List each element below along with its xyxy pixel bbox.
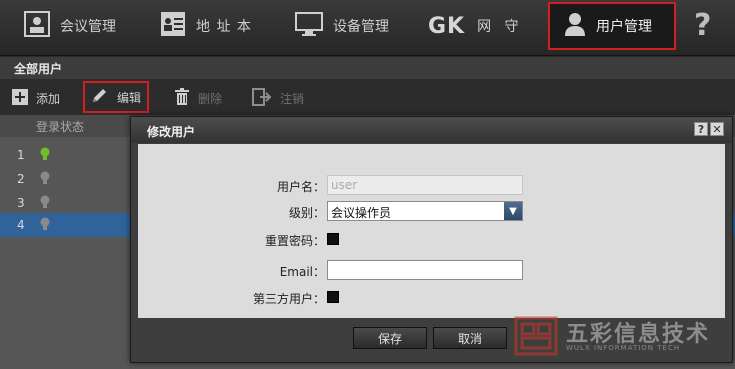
row-number: 2 [17, 172, 25, 186]
chevron-down-icon[interactable]: ▼ [504, 202, 522, 220]
trash-icon [174, 87, 190, 109]
nav-meeting-label: 会议管理 [60, 19, 116, 35]
nav-user-label: 用户管理 [596, 19, 652, 35]
nav-device-management[interactable]: 设备管理 [295, 0, 389, 52]
offline-bulb-icon [40, 217, 50, 234]
nav-address-label: 地 址 本 [196, 19, 252, 35]
reset-password-checkbox[interactable] [327, 233, 339, 245]
offline-bulb-icon [40, 195, 50, 212]
watermark-logo: 五彩信息技术 WULX INFORMATION TECH [514, 316, 730, 356]
app-root: 会议管理 地 址 本 设备管理 GK 网 守 用户管理 ? 全部用户 添加 编辑… [0, 0, 735, 369]
third-party-user-checkbox[interactable] [327, 291, 339, 303]
dialog-title-bar[interactable]: 修改用户 ? ✕ [131, 117, 732, 143]
watermark-subtext: WULX INFORMATION TECH [566, 344, 681, 352]
top-navigation: 会议管理 地 址 本 设备管理 GK 网 守 用户管理 ? [0, 0, 735, 56]
third-party-user-label: 第三方用户： [252, 292, 325, 306]
pencil-icon [91, 88, 109, 107]
row-number: 3 [17, 196, 25, 210]
row-number: 1 [17, 148, 25, 162]
nav-gatekeeper-label: 网 守 [477, 19, 519, 35]
logout-button[interactable]: 注销 [252, 83, 304, 113]
add-label: 添加 [36, 91, 61, 106]
email-field[interactable] [327, 260, 523, 280]
nav-address-book[interactable]: 地 址 本 [160, 0, 252, 52]
logout-icon [252, 87, 272, 109]
plus-icon [12, 88, 28, 108]
save-button[interactable]: 保存 [353, 327, 427, 349]
level-selected-value: 会议操作员 [331, 206, 392, 220]
edit-button[interactable]: 编辑 [83, 81, 149, 113]
email-label: Email： [279, 265, 325, 279]
gk-logo-text: GK [428, 13, 466, 39]
cancel-button[interactable]: 取消 [433, 327, 507, 349]
column-login-status[interactable]: 登录状态 [36, 120, 84, 134]
meeting-icon [24, 11, 50, 41]
nav-user-management[interactable]: 用户管理 [548, 2, 676, 50]
edit-label: 编辑 [117, 90, 142, 105]
nav-gatekeeper[interactable]: GK 网 守 [428, 0, 518, 52]
dialog-help-icon[interactable]: ? [694, 122, 708, 136]
dialog-close-icon[interactable]: ✕ [710, 122, 724, 136]
dialog-title: 修改用户 [147, 125, 196, 139]
level-label: 级别： [288, 206, 325, 220]
add-button[interactable]: 添加 [12, 83, 60, 113]
nav-device-label: 设备管理 [333, 19, 389, 35]
level-select[interactable]: 会议操作员 ▼ [327, 201, 523, 221]
logout-label: 注销 [280, 91, 305, 106]
dialog-form: 用户名： user 级别： 会议操作员 ▼ 重置密码： Email： 第三方用户… [138, 144, 725, 318]
dialog-window-buttons: ? ✕ [694, 122, 724, 136]
delete-button[interactable]: 删除 [174, 83, 222, 113]
row-number: 4 [17, 218, 25, 232]
offline-bulb-icon [40, 171, 50, 188]
nav-meeting-management[interactable]: 会议管理 [24, 0, 116, 52]
watermark-emblem-icon [514, 316, 558, 356]
toolbar: 添加 编辑 删除 注销 [0, 79, 735, 115]
user-icon [564, 11, 586, 41]
online-bulb-icon [40, 147, 50, 164]
username-label: 用户名： [276, 180, 325, 194]
delete-label: 删除 [198, 91, 223, 106]
address-book-icon [160, 11, 186, 41]
monitor-icon [295, 11, 323, 41]
page-title: 全部用户 [0, 57, 735, 79]
reset-password-label: 重置密码： [264, 234, 325, 248]
help-icon[interactable]: ? [694, 8, 711, 43]
username-field: user [327, 175, 523, 195]
